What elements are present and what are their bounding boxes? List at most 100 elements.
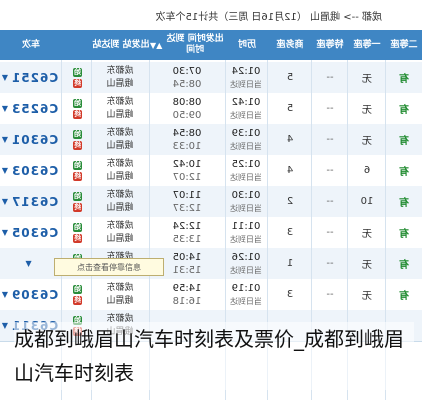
expand-triangle-icon[interactable]: ▼	[2, 73, 8, 82]
header-from-to[interactable]: 出发站 到达站	[92, 30, 150, 60]
table-row[interactable]: C6253 ▼ 始终成都东 峨眉山 08:08 09:50 01:42 当日到达 5 -- 无有	[0, 93, 422, 125]
end-station-icon: 终	[73, 140, 82, 150]
station-badges: 始终	[62, 124, 90, 155]
stop-info-tooltip: 点击查看停靠信息	[54, 258, 164, 276]
to-station: 峨眉山	[106, 109, 134, 120]
premium-seat-cell: --	[312, 155, 348, 186]
expand-triangle-icon[interactable]: ▼	[2, 135, 8, 144]
table-row[interactable]: C6305 ▼ 始终成都东 峨眉山 12:24 13:35 01:11 当日到达 3 -- 无有	[0, 217, 422, 249]
header-train-no[interactable]: 车次	[0, 30, 62, 60]
depart-time: 12:24	[172, 220, 202, 232]
table-row[interactable]: C6301 ▼ 始终成都东 峨眉山 08:54 10:33 01:39 当日到达 4 -- 无有	[0, 124, 422, 156]
premium-seat-cell: --	[312, 62, 348, 93]
train-number-cell[interactable]: C6253 ▼	[0, 93, 60, 124]
time-cell: 08:54 10:33	[150, 124, 224, 155]
second-seat-count: 有	[399, 167, 409, 178]
second-seat-cell: 有	[386, 186, 422, 217]
first-seat-cell: 无	[348, 217, 386, 248]
train-number-cell[interactable]: C6301 ▼	[0, 124, 60, 155]
business-seat-cell: 4	[268, 155, 312, 186]
start-station-icon: 始	[73, 284, 82, 294]
first-seat-count: 10	[360, 196, 374, 207]
header-duration[interactable]: 历时	[226, 30, 268, 60]
expand-triangle-icon[interactable]: ▼	[2, 228, 8, 237]
from-station: 成都东	[106, 282, 134, 293]
train-number-cell[interactable]: C6309 ▼	[0, 279, 60, 310]
train-number-link[interactable]: C6251	[11, 71, 58, 85]
station-cell: 成都东峨眉山	[92, 124, 148, 155]
expand-triangle-icon[interactable]: ▼	[2, 321, 8, 330]
from-station: 成都东	[106, 96, 134, 107]
train-number-link[interactable]: C6317	[11, 195, 58, 209]
table-row[interactable]: C6251 ▼ 始终成都东 峨眉山 07:30 08:54 01:24 当日到达 5 -- 无有	[0, 62, 422, 94]
premium-seat-cell: --	[312, 217, 348, 248]
duration-value: 01:39	[231, 127, 261, 139]
premium-seat-cell: --	[312, 93, 348, 124]
header-from-to-label: 出发站 到达站	[92, 39, 150, 50]
depart-time: 08:54	[172, 127, 202, 139]
station-badges: 始终	[62, 93, 90, 124]
depart-time: 07:30	[172, 65, 202, 77]
duration-value: 01:24	[231, 65, 261, 77]
time-cell: 07:30 08:54	[150, 62, 224, 93]
train-number-link[interactable]: C6301	[11, 133, 58, 147]
duration-note: 当日到达	[230, 110, 262, 120]
train-number-cell[interactable]: C6317 ▼	[0, 186, 60, 217]
duration-cell: 01:25 当日到达	[224, 155, 268, 186]
train-number-cell[interactable]: ▼	[0, 248, 60, 279]
duration-cell: 01:24 当日到达	[224, 62, 268, 93]
time-cell: 14:59 16:18	[150, 279, 224, 310]
train-number-link[interactable]: C6309	[11, 288, 58, 302]
header-first: 一等座	[348, 30, 386, 60]
train-number-cell[interactable]: C6251 ▼	[0, 62, 60, 93]
expand-triangle-icon[interactable]: ▼	[2, 197, 8, 206]
first-seat-count: 无	[362, 105, 372, 116]
table-header: 车次 出发站 到达站 出发时间 到达时间 ▲▼ 历时 商务座 特等座 一等座 二等…	[0, 30, 422, 60]
depart-time: 14:05	[172, 251, 202, 263]
premium-seat-count: --	[326, 289, 334, 300]
train-number-link[interactable]: C6305	[11, 226, 58, 240]
duration-value: 01:19	[231, 282, 261, 294]
station-cell: 成都东峨眉山	[92, 217, 148, 248]
table-row[interactable]: C6317 ▼ 始终成都东 峨眉山 11:07 12:37 01:30 当日到达 2 -- 10 有	[0, 186, 422, 218]
premium-seat-cell: --	[312, 124, 348, 155]
train-number-cell[interactable]: C6305 ▼	[0, 217, 60, 248]
end-station-icon: 终	[73, 109, 82, 119]
route-summary: 成都 --> 峨眉山 （12月16日 周三）共计15个车次	[0, 0, 422, 30]
from-station: 成都东	[106, 220, 134, 231]
duration-value: 01:25	[231, 158, 261, 170]
business-seat-count: 5	[286, 103, 294, 114]
train-number-link[interactable]: C6253	[11, 102, 58, 116]
from-station: 成都东	[106, 189, 134, 200]
premium-seat-cell: --	[312, 248, 348, 279]
expand-triangle-icon[interactable]: ▼	[2, 166, 8, 175]
table-row[interactable]: C6303 ▼ 始终成都东 峨眉山 10:42 12:07 01:25 当日到达 4 -- 6 有	[0, 155, 422, 187]
arrive-time: 13:35	[172, 233, 202, 245]
table-row[interactable]: C6309 ▼ 始终成都东 峨眉山 14:59 16:18 01:19 当日到达 3 -- 无有	[0, 279, 422, 311]
header-depart-arrive[interactable]: 出发时间 到达时间 ▲▼	[150, 30, 226, 60]
second-seat-cell: 有	[386, 217, 422, 248]
train-number-cell[interactable]: C6303 ▼	[0, 155, 60, 186]
expand-triangle-icon[interactable]: ▼	[2, 290, 8, 299]
second-seat-count: 有	[399, 291, 409, 302]
to-station: 峨眉山	[106, 202, 134, 213]
duration-note: 当日到达	[230, 265, 262, 275]
second-seat-cell: 有	[386, 93, 422, 124]
station-badges: 始终	[62, 186, 90, 217]
premium-seat-count: --	[326, 258, 334, 269]
train-number-link[interactable]: C6303	[11, 164, 58, 178]
expand-triangle-icon[interactable]: ▼	[25, 259, 31, 268]
start-station-icon: 始	[73, 129, 82, 139]
expand-triangle-icon[interactable]: ▼	[2, 104, 8, 113]
duration-note: 当日到达	[230, 234, 262, 244]
second-seat-count: 有	[399, 74, 409, 85]
start-station-icon: 始	[73, 222, 82, 232]
station-cell: 成都东峨眉山	[92, 62, 148, 93]
premium-seat-count: --	[326, 134, 334, 145]
duration-cell: 01:11 当日到达	[224, 217, 268, 248]
header-duration-label: 历时	[238, 39, 257, 50]
end-station-icon: 终	[73, 295, 82, 305]
arrive-time: 12:07	[172, 171, 202, 183]
business-seat-cell: 5	[268, 93, 312, 124]
business-seat-count: 4	[286, 165, 294, 176]
